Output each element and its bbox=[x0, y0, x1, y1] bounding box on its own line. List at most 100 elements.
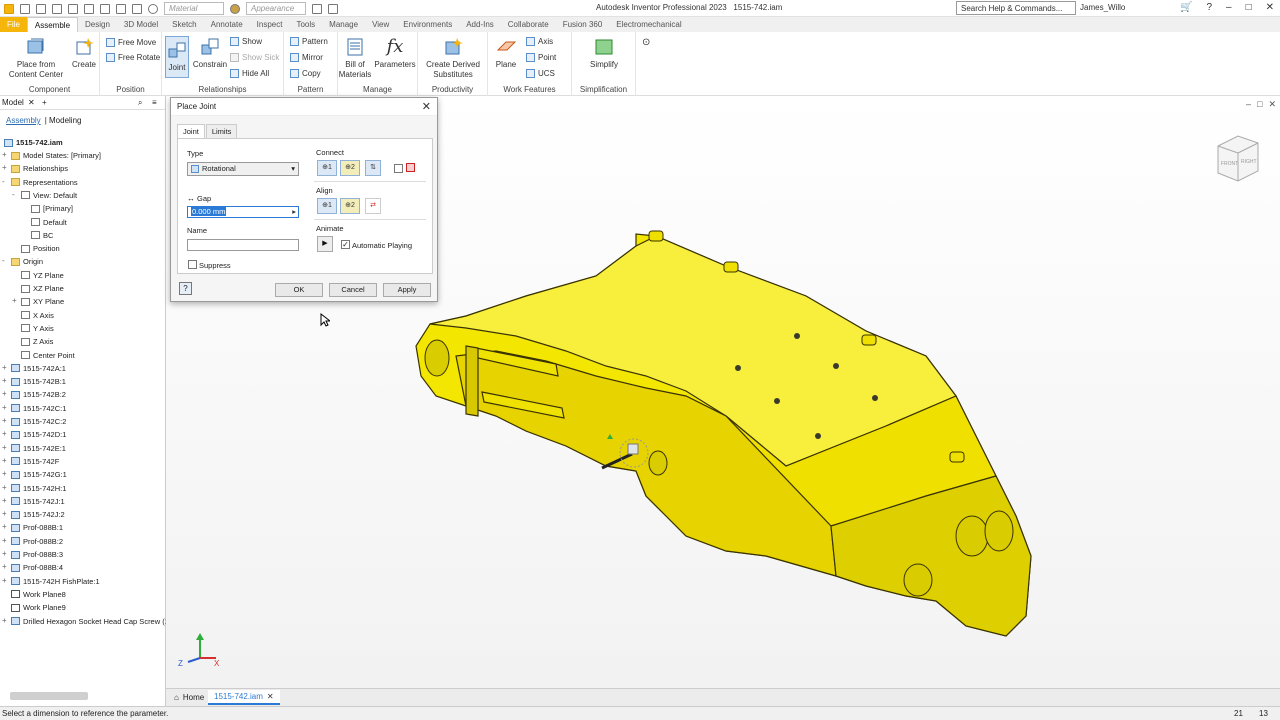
tree-node[interactable]: 1515-742F bbox=[11, 455, 59, 468]
name-input[interactable] bbox=[187, 239, 299, 251]
constrain-button[interactable]: Constrain bbox=[192, 36, 228, 69]
tree-node[interactable]: YZ Plane bbox=[21, 269, 64, 282]
ribbon-tab-sketch[interactable]: Sketch bbox=[165, 17, 203, 32]
tree-node[interactable]: X Axis bbox=[21, 309, 54, 322]
point-button[interactable]: Point bbox=[526, 53, 556, 62]
apply-button[interactable]: Apply bbox=[383, 283, 431, 297]
update-icon[interactable] bbox=[132, 3, 142, 14]
create-button[interactable]: Create bbox=[70, 36, 98, 69]
tree-expander-icon[interactable]: - bbox=[2, 256, 5, 265]
align-1-button[interactable]: ⊕1 bbox=[317, 198, 337, 214]
appearance-icon[interactable] bbox=[230, 3, 240, 14]
show-sick-button[interactable]: Show Sick bbox=[230, 53, 279, 62]
search-input[interactable]: Search Help & Commands... bbox=[956, 1, 1076, 15]
parameters-button[interactable]: fx Parameters bbox=[374, 36, 416, 69]
tree-expander-icon[interactable]: + bbox=[2, 536, 7, 545]
tree-node[interactable]: Y Axis bbox=[21, 322, 54, 335]
free-move-button[interactable]: Free Move bbox=[106, 38, 156, 47]
tree-expander-icon[interactable]: + bbox=[2, 443, 7, 452]
tree-expander-icon[interactable]: + bbox=[2, 150, 7, 159]
close-window-icon[interactable]: ✕ bbox=[1266, 2, 1274, 13]
tree-expander-icon[interactable]: + bbox=[2, 509, 7, 518]
dialog-close-icon[interactable]: ✕ bbox=[422, 98, 431, 116]
app-menu-icon[interactable] bbox=[4, 3, 14, 14]
cart-icon[interactable]: 🛒 bbox=[1180, 2, 1192, 13]
tree-expander-icon[interactable]: + bbox=[2, 416, 7, 425]
home-icon[interactable] bbox=[100, 3, 110, 14]
lock-checkbox[interactable] bbox=[394, 164, 403, 173]
tree-node[interactable]: Position bbox=[21, 242, 60, 255]
ribbon-tab-design[interactable]: Design bbox=[78, 17, 117, 32]
tab-limits[interactable]: Limits bbox=[205, 124, 238, 138]
tree-expander-icon[interactable]: + bbox=[2, 376, 7, 385]
tree-node[interactable]: 1515-742C:2 bbox=[11, 415, 66, 428]
tree-expander-icon[interactable]: + bbox=[2, 522, 7, 531]
user-menu[interactable]: James_Willo bbox=[1080, 3, 1125, 12]
viewport-minimize-icon[interactable]: – bbox=[1246, 99, 1251, 110]
tree-expander-icon[interactable]: + bbox=[2, 616, 7, 625]
hide-all-button[interactable]: Hide All bbox=[230, 69, 269, 78]
new-icon[interactable] bbox=[20, 3, 30, 14]
minimize-icon[interactable]: – bbox=[1226, 2, 1232, 13]
ribbon-tab-tools[interactable]: Tools bbox=[289, 17, 322, 32]
tree-expander-icon[interactable]: + bbox=[2, 403, 7, 412]
tree-node[interactable]: Prof-088B:4 bbox=[11, 561, 63, 574]
ribbon-tab-annotate[interactable]: Annotate bbox=[204, 17, 250, 32]
align-2-button[interactable]: ⊕2 bbox=[340, 198, 360, 214]
type-select[interactable]: Rotational ▾ bbox=[187, 162, 299, 176]
flip-alignment-button[interactable]: ⇄ bbox=[365, 198, 381, 214]
tree-expander-icon[interactable]: + bbox=[2, 576, 7, 585]
axis-button[interactable]: Axis bbox=[526, 37, 553, 46]
ribbon-tab-manage[interactable]: Manage bbox=[322, 17, 365, 32]
undo-icon[interactable] bbox=[68, 3, 78, 14]
viewport-close-icon[interactable]: ✕ bbox=[1268, 99, 1276, 110]
tree-expander-icon[interactable]: + bbox=[2, 456, 7, 465]
tree-node[interactable]: 1515-742G:1 bbox=[11, 468, 67, 481]
browser-menu-icon[interactable]: ≡ bbox=[152, 96, 157, 110]
connect-origin-2-button[interactable]: ⊕2 bbox=[340, 160, 360, 176]
tree-expander-icon[interactable]: + bbox=[2, 549, 7, 558]
tree-node[interactable]: View: Default bbox=[21, 189, 77, 202]
tree-expander-icon[interactable]: + bbox=[2, 483, 7, 492]
tree-node[interactable]: 1515-742B:2 bbox=[11, 388, 66, 401]
ribbon-tab-3d-model[interactable]: 3D Model bbox=[117, 17, 165, 32]
tree-node[interactable]: Prof-088B:1 bbox=[11, 521, 63, 534]
tree-expander-icon[interactable]: + bbox=[2, 389, 7, 398]
ribbon-tab-view[interactable]: View bbox=[365, 17, 396, 32]
browser-add-icon[interactable]: + bbox=[42, 96, 47, 110]
browser-close-icon[interactable]: ✕ bbox=[28, 96, 35, 110]
tree-root[interactable]: 1515-742.iam bbox=[4, 136, 63, 149]
save-icon[interactable] bbox=[52, 3, 62, 14]
tree-expander-icon[interactable]: + bbox=[2, 163, 7, 172]
open-icon[interactable] bbox=[36, 3, 46, 14]
play-button[interactable]: ▶ bbox=[317, 236, 333, 252]
redo-icon[interactable] bbox=[84, 3, 94, 14]
help-icon[interactable]: ? bbox=[1206, 2, 1212, 13]
document-tab-close-icon[interactable]: ✕ bbox=[267, 689, 274, 704]
adjust-icon[interactable] bbox=[328, 3, 338, 14]
select-icon[interactable] bbox=[116, 3, 126, 14]
tree-node[interactable]: Work Plane8 bbox=[11, 588, 66, 601]
tree-node[interactable]: Work Plane9 bbox=[11, 601, 66, 614]
ribbon-tab-fusion-360[interactable]: Fusion 360 bbox=[556, 17, 610, 32]
ribbon-tab-add-ins[interactable]: Add-Ins bbox=[459, 17, 501, 32]
tab-joint[interactable]: Joint bbox=[177, 124, 205, 138]
tree-node[interactable]: Representations bbox=[11, 176, 78, 189]
joint-button[interactable]: Joint bbox=[165, 36, 189, 78]
show-button[interactable]: Show bbox=[230, 37, 262, 46]
tree-node[interactable]: Prof-088B:2 bbox=[11, 535, 63, 548]
tree-node[interactable]: 1515-742C:1 bbox=[11, 402, 66, 415]
tree-expander-icon[interactable]: + bbox=[2, 496, 7, 505]
create-derived-substitutes-button[interactable]: Create Derived Substitutes bbox=[420, 36, 486, 80]
tree-node[interactable]: 1515-742J:2 bbox=[11, 508, 65, 521]
mirror-button[interactable]: Mirror bbox=[290, 53, 323, 62]
pattern-button[interactable]: Pattern bbox=[290, 37, 328, 46]
ribbon-tab-collaborate[interactable]: Collaborate bbox=[501, 17, 556, 32]
automatic-playing-checkbox[interactable]: ✓ bbox=[341, 240, 350, 249]
ribbon-tab-environments[interactable]: Environments bbox=[396, 17, 459, 32]
material-combo[interactable]: Material bbox=[164, 2, 224, 15]
ucs-button[interactable]: UCS bbox=[526, 69, 555, 78]
ribbon-tab-assemble[interactable]: Assemble bbox=[26, 16, 79, 33]
flip-component-button[interactable]: ⇅ bbox=[365, 160, 381, 176]
tree-node[interactable]: Prof-088B:3 bbox=[11, 548, 63, 561]
